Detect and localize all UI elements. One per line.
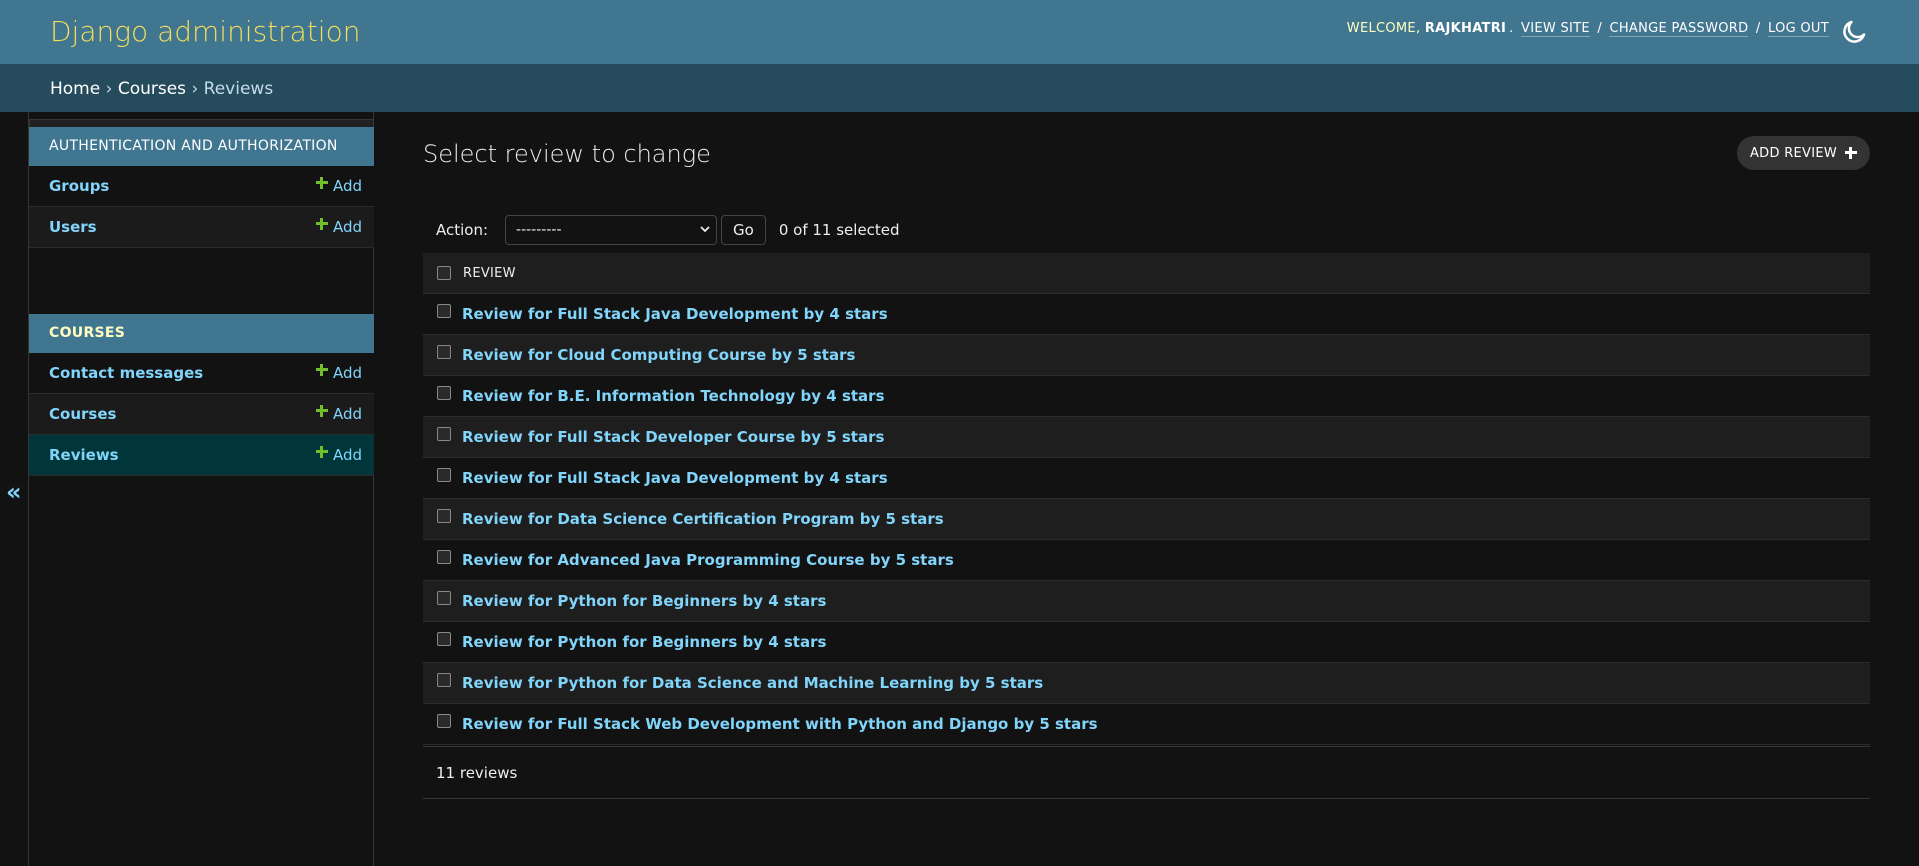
sidebar-item-label[interactable]: Reviews bbox=[49, 446, 316, 464]
breadcrumb-current: Reviews bbox=[203, 79, 274, 99]
sidebar-item-label[interactable]: Contact messages bbox=[49, 364, 316, 382]
toggle-sidebar-button[interactable]: « bbox=[6, 478, 22, 506]
review-link[interactable]: Review for Data Science Certification Pr… bbox=[462, 510, 944, 528]
sidebar-item-contact-messages[interactable]: Contact messages Add bbox=[29, 353, 374, 394]
table-row: Review for Cloud Computing Course by 5 s… bbox=[423, 335, 1870, 376]
header: Django administration Welcome, rajkhatri… bbox=[0, 0, 1919, 64]
sidebar-item-label[interactable]: Users bbox=[49, 218, 316, 236]
app-caption-courses[interactable]: Courses bbox=[29, 314, 374, 353]
table-row: Review for Full Stack Web Development wi… bbox=[423, 704, 1870, 745]
review-link[interactable]: Review for Full Stack Web Development wi… bbox=[462, 715, 1098, 733]
view-site-link[interactable]: View site bbox=[1521, 21, 1590, 37]
nav-sidebar: Authentication and Authorization Groups … bbox=[28, 112, 374, 866]
table-row: Review for Python for Data Science and M… bbox=[423, 663, 1870, 704]
review-link[interactable]: Review for Full Stack Java Development b… bbox=[462, 469, 888, 487]
add-course-link[interactable]: Add bbox=[315, 405, 362, 423]
table-header: Review bbox=[423, 253, 1870, 294]
table-row: Review for Full Stack Java Development b… bbox=[423, 458, 1870, 499]
change-password-link[interactable]: Change password bbox=[1609, 21, 1749, 37]
action-label: Action: bbox=[436, 221, 489, 239]
add-user-link[interactable]: Add bbox=[315, 218, 362, 236]
site-branding[interactable]: Django administration bbox=[50, 15, 360, 48]
review-link[interactable]: Review for Cloud Computing Course by 5 s… bbox=[462, 346, 855, 364]
column-header-review[interactable]: Review bbox=[463, 266, 516, 281]
table-row: Review for Full Stack Developer Course b… bbox=[423, 417, 1870, 458]
row-checkbox[interactable] bbox=[437, 632, 451, 646]
row-checkbox[interactable] bbox=[437, 386, 451, 400]
plus-icon bbox=[315, 364, 328, 376]
paginator: 11 reviews bbox=[423, 746, 1870, 799]
row-checkbox[interactable] bbox=[437, 509, 451, 523]
table-row: Review for B.E. Information Technology b… bbox=[423, 376, 1870, 417]
table-row: Review for Data Science Certification Pr… bbox=[423, 499, 1870, 540]
row-checkbox[interactable] bbox=[437, 345, 451, 359]
table-row: Review for Full Stack Java Development b… bbox=[423, 294, 1870, 335]
plus-icon bbox=[315, 218, 328, 230]
username: rajkhatri bbox=[1424, 21, 1507, 36]
row-checkbox[interactable] bbox=[437, 714, 451, 728]
log-out-link[interactable]: Log out bbox=[1767, 21, 1829, 37]
breadcrumb-separator: › bbox=[191, 79, 199, 99]
breadcrumb-separator: › bbox=[105, 79, 113, 99]
add-contact-message-link[interactable]: Add bbox=[315, 364, 362, 382]
row-checkbox[interactable] bbox=[437, 673, 451, 687]
theme-toggle-button[interactable] bbox=[1839, 17, 1869, 47]
selection-counter: 0 of 11 selected bbox=[778, 221, 900, 239]
table-row: Review for Advanced Java Programming Cou… bbox=[423, 540, 1870, 581]
review-link[interactable]: Review for Advanced Java Programming Cou… bbox=[462, 551, 954, 569]
review-link[interactable]: Review for Python for Beginners by 4 sta… bbox=[462, 592, 826, 610]
sidebar-item-label[interactable]: Courses bbox=[49, 405, 316, 423]
moon-icon bbox=[1843, 20, 1866, 43]
add-review-link[interactable]: Add bbox=[315, 446, 362, 464]
go-button[interactable]: Go bbox=[721, 215, 766, 245]
welcome-text: Welcome, bbox=[1346, 21, 1421, 36]
add-group-link[interactable]: Add bbox=[315, 177, 362, 195]
review-link[interactable]: Review for Python for Beginners by 4 sta… bbox=[462, 633, 826, 651]
row-checkbox[interactable] bbox=[437, 550, 451, 564]
sidebar-item-reviews[interactable]: Reviews Add bbox=[29, 435, 374, 476]
plus-icon bbox=[315, 177, 328, 189]
table-row: Review for Python for Beginners by 4 sta… bbox=[423, 622, 1870, 663]
chevron-down-icon bbox=[700, 226, 710, 233]
sidebar-item-groups[interactable]: Groups Add bbox=[29, 166, 374, 207]
review-link[interactable]: Review for Full Stack Java Development b… bbox=[462, 305, 888, 323]
review-link[interactable]: Review for Python for Data Science and M… bbox=[462, 674, 1043, 692]
review-link[interactable]: Review for B.E. Information Technology b… bbox=[462, 387, 885, 405]
sidebar-item-courses[interactable]: Courses Add bbox=[29, 394, 374, 435]
sidebar-item-users[interactable]: Users Add bbox=[29, 207, 374, 248]
breadcrumb: Home › Courses › Reviews bbox=[0, 64, 1919, 112]
plus-icon bbox=[315, 405, 328, 417]
action-select[interactable]: --------- bbox=[505, 215, 718, 245]
app-caption-auth[interactable]: Authentication and Authorization bbox=[29, 127, 374, 166]
select-all-checkbox[interactable] bbox=[437, 266, 451, 280]
breadcrumb-courses[interactable]: Courses bbox=[118, 79, 186, 99]
row-checkbox[interactable] bbox=[437, 591, 451, 605]
add-review-button[interactable]: Add review bbox=[1737, 136, 1870, 170]
plus-icon bbox=[315, 446, 328, 458]
review-link[interactable]: Review for Full Stack Developer Course b… bbox=[462, 428, 884, 446]
table-row: Review for Python for Beginners by 4 sta… bbox=[423, 581, 1870, 622]
breadcrumb-home[interactable]: Home bbox=[50, 79, 100, 99]
user-tools: Welcome, rajkhatri. View site / Change p… bbox=[1346, 21, 1829, 37]
row-checkbox[interactable] bbox=[437, 468, 451, 482]
actions-bar: Action: --------- Go 0 of 11 selected bbox=[423, 207, 1870, 253]
plus-icon bbox=[1845, 147, 1858, 159]
row-checkbox[interactable] bbox=[437, 427, 451, 441]
row-checkbox[interactable] bbox=[437, 304, 451, 318]
result-list: Review Review for Full Stack Java Develo… bbox=[423, 253, 1870, 745]
action-selected-option: --------- bbox=[516, 222, 562, 238]
sidebar-item-label[interactable]: Groups bbox=[49, 177, 316, 195]
page-title: Select review to change bbox=[423, 140, 711, 168]
